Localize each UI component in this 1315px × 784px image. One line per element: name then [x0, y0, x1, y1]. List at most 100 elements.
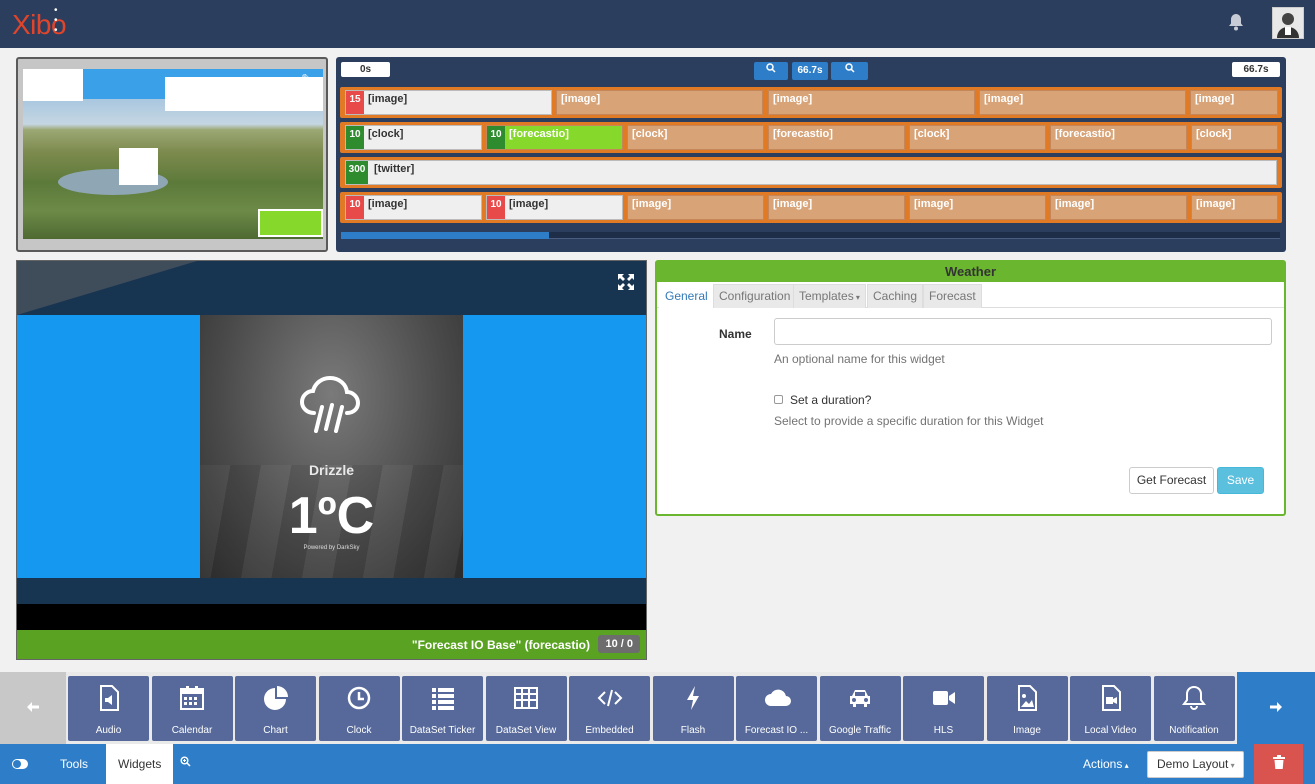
widget-tile-label: Chart — [263, 725, 288, 736]
widget-tile-calendar[interactable]: Calendar — [151, 676, 233, 741]
toggle-icon[interactable] — [12, 759, 28, 769]
timeline-panel: 0s 66.7s 66.7s 15 [image] [image] [image] [i… — [336, 57, 1286, 252]
widget-segment-label: [image] — [561, 93, 601, 105]
timeline-widget-segment[interactable]: [image] — [1050, 195, 1187, 220]
timeline-scrollbar-thumb[interactable] — [341, 232, 549, 239]
weather-summary: Drizzle — [308, 462, 355, 478]
delete-layout-button[interactable] — [1254, 744, 1303, 784]
xibo-logo[interactable]: Xibo • • • — [12, 6, 67, 40]
widget-tile-embedded[interactable]: Embedded — [569, 676, 650, 741]
timeline-region-row[interactable]: 300 [twitter] — [340, 157, 1282, 188]
tab-caching[interactable]: Caching — [867, 284, 924, 308]
timeline-widget-segment[interactable]: [image] — [1190, 90, 1278, 115]
arrow-right-icon — [1270, 702, 1282, 712]
timeline-region-row[interactable]: 15 [image] [image] [image] [image] [image] — [340, 87, 1282, 118]
timeline-scrollbar[interactable] — [341, 232, 1280, 239]
timeline-start-badge: 0s — [341, 62, 390, 77]
region-thumb-selected[interactable] — [258, 209, 323, 237]
zoom-out-button[interactable] — [831, 62, 868, 80]
arrow-left-icon — [27, 702, 39, 712]
widget-tile-label: Google Traffic — [828, 725, 892, 736]
name-input[interactable] — [774, 318, 1272, 345]
set-duration-label[interactable]: Set a duration? — [790, 393, 871, 407]
timeline-widget-segment[interactable]: [image] — [979, 90, 1186, 115]
timeline-widget-segment[interactable]: 10 [clock] — [345, 125, 482, 150]
code-icon — [569, 684, 650, 712]
timeline-widget-segment[interactable]: [image] — [1191, 195, 1278, 220]
widget-tile-clock[interactable]: Clock — [318, 676, 400, 741]
timeline-widget-segment[interactable]: 300 [twitter] — [345, 160, 1277, 185]
widget-tile-label: Calendar — [171, 725, 213, 736]
zoom-in-icon — [766, 63, 776, 73]
logo-dots: • • • — [54, 5, 59, 36]
timeline-widget-segment[interactable]: [image] — [627, 195, 764, 220]
widget-tile-notification[interactable]: Notification — [1153, 676, 1235, 741]
timeline-widget-segment[interactable]: [forecastio] — [1050, 125, 1187, 150]
get-forecast-button[interactable]: Get Forecast — [1129, 467, 1214, 494]
widget-segment-label: [image] — [1055, 198, 1095, 210]
widget-tile-label: DataSet View — [495, 725, 557, 736]
widget-duration-badge: 300 — [346, 161, 368, 184]
timeline-region-row[interactable]: 10 [clock] 10 [forecastio] [clock] [forecasti… — [340, 122, 1282, 153]
tab-general[interactable]: General — [659, 284, 714, 308]
widget-tile-chart[interactable]: Chart — [235, 676, 316, 741]
region-thumb-1[interactable] — [23, 69, 83, 101]
timeline-widget-segment[interactable]: [forecastio] — [768, 125, 905, 150]
timeline-widget-segment[interactable]: 15 [image] — [345, 90, 552, 115]
widget-tile-forecast-io[interactable]: Forecast IO ... — [736, 676, 817, 741]
widget-tile-flash[interactable]: Flash — [652, 676, 734, 741]
tab-configuration[interactable]: Configuration — [713, 284, 797, 308]
timeline-widget-segment[interactable]: [image] — [556, 90, 763, 115]
toolbar-next-button[interactable] — [1237, 672, 1315, 744]
preview-footer: "Forecast IO Base" (forecastio) 10 / 0 — [17, 630, 646, 659]
timeline-widget-segment[interactable]: [clock] — [627, 125, 764, 150]
calendar-icon — [152, 684, 233, 712]
widget-tile-audio[interactable]: Audio — [68, 676, 149, 741]
widget-segment-label: [clock] — [632, 128, 668, 140]
layout-thumbnail[interactable]: ✎ — [16, 57, 328, 252]
clock-icon — [319, 684, 400, 712]
widget-tile-dataset-ticker[interactable]: DataSet Ticker — [402, 676, 483, 741]
timeline-region-row[interactable]: 10 [image] 10 [image] [image] [image] [image][… — [340, 192, 1282, 223]
widget-tile-label: Local Video — [1084, 725, 1137, 736]
actions-dropdown[interactable]: Actions ▴ — [1083, 744, 1129, 784]
widget-duration-badge: 10 — [487, 196, 505, 219]
save-button[interactable]: Save — [1217, 467, 1264, 494]
user-avatar[interactable] — [1272, 7, 1304, 39]
region-thumb-2[interactable] — [165, 77, 323, 111]
search-zoom-icon[interactable] — [180, 756, 194, 772]
timeline-widget-segment[interactable]: [image] — [768, 90, 975, 115]
widget-tile-image[interactable]: Image — [986, 676, 1068, 741]
tab-templates[interactable]: Templates ▾ — [793, 284, 866, 308]
edit-layout-icon[interactable]: ✎ — [301, 71, 319, 87]
toolbar-prev-button[interactable] — [0, 672, 66, 744]
region-thumb-3[interactable] — [119, 148, 158, 185]
widget-duration-badge: 10 — [346, 126, 364, 149]
timeline-widget-segment[interactable]: 10 [forecastio] — [486, 125, 623, 150]
tab-forecast[interactable]: Forecast — [923, 284, 982, 308]
set-duration-checkbox[interactable] — [774, 395, 783, 404]
timeline-widget-segment[interactable]: 10 [image] — [345, 195, 482, 220]
widget-tile-local-video[interactable]: Local Video — [1070, 676, 1151, 741]
zoom-in-button[interactable] — [754, 62, 788, 80]
tab-tools[interactable]: Tools — [48, 744, 100, 784]
timeline-end-badge: 66.7s — [1232, 62, 1280, 77]
timeline-widget-segment[interactable]: [image] — [768, 195, 905, 220]
notification-bell-icon[interactable] — [1227, 12, 1245, 32]
tab-widgets[interactable]: Widgets — [106, 744, 174, 784]
fullscreen-icon[interactable] — [617, 273, 635, 291]
widget-tile-hls[interactable]: HLS — [903, 676, 984, 741]
name-label: Name — [719, 327, 752, 341]
widget-tile-google-traffic[interactable]: Google Traffic — [819, 676, 901, 741]
widget-tile-dataset-view[interactable]: DataSet View — [485, 676, 567, 741]
widget-segment-label: [image] — [914, 198, 954, 210]
widget-counter: 10 / 0 — [598, 635, 640, 653]
widget-segment-label: [image] — [632, 198, 672, 210]
timeline-widget-segment[interactable]: [clock] — [1191, 125, 1278, 150]
timeline-widget-segment[interactable]: [clock] — [909, 125, 1046, 150]
timeline-widget-segment[interactable]: 10 [image] — [486, 195, 623, 220]
timeline-widget-segment[interactable]: [image] — [909, 195, 1046, 220]
layout-select[interactable]: Demo Layout ▾ — [1147, 751, 1244, 778]
car-icon — [820, 684, 901, 712]
panel-title: Weather — [657, 262, 1284, 282]
